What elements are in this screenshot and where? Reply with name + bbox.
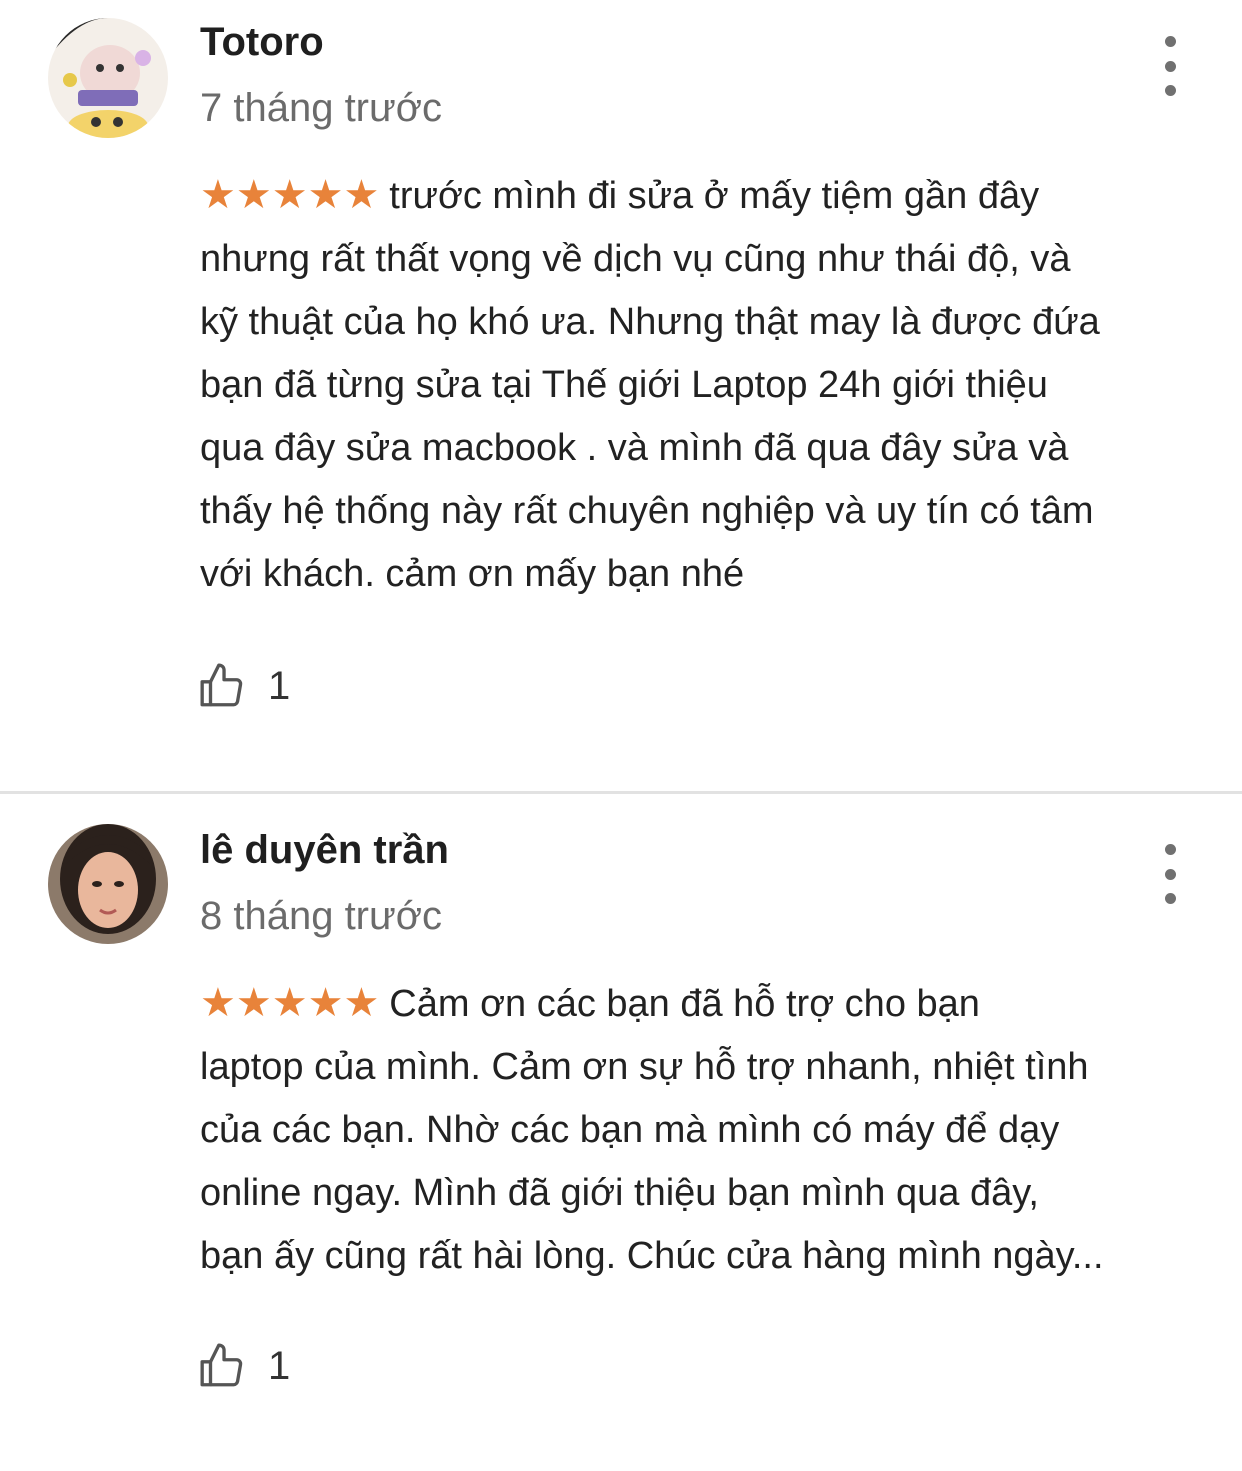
review-text-line: nhưng rất thất vọng về dịch vụ cũng như …	[200, 238, 1071, 280]
more-vert-icon-dot	[1164, 868, 1176, 880]
more-options-button[interactable]	[1148, 36, 1192, 96]
more-vert-icon-dot	[1164, 85, 1176, 96]
avatar[interactable]	[48, 18, 168, 138]
review-card: Totoro 7 tháng trước ★★★★★ trước mình đi …	[0, 0, 1242, 790]
review-text-line: qua đây sửa macbook . và mình đã qua đây…	[200, 427, 1069, 469]
review-text: ★★★★★ Cảm ơn các bạn đã hỗ trợ cho bạn la…	[200, 972, 1190, 1288]
like-button[interactable]: 1	[198, 658, 290, 714]
more-vert-icon-dot	[1164, 893, 1176, 904]
review-time: 8 tháng trước	[200, 894, 443, 938]
review-text-line: bạn đã từng sửa tại Thế giới Laptop 24h …	[200, 364, 1048, 406]
avatar[interactable]	[48, 824, 168, 944]
review-text-line: với khách. cảm ơn mấy bạn nhé	[200, 553, 745, 595]
review-text: ★★★★★ trước mình đi sửa ở mấy tiệm gần đâ…	[200, 164, 1190, 606]
more-vert-icon-dot	[1164, 60, 1176, 72]
review-text-line: của các bạn. Nhờ các bạn mà mình có máy …	[200, 1109, 1060, 1151]
review-text-line: ★★★★★ Cảm ơn các bạn đã hỗ trợ cho bạn	[200, 981, 980, 1025]
review-text-line: kỹ thuật của họ khó ưa. Nhưng thật may l…	[200, 301, 1100, 343]
review-text-line: bạn ấy cũng rất hài lòng. Chúc cửa hàng …	[200, 1235, 1104, 1277]
star-rating: ★★★★★	[200, 173, 380, 217]
like-count: 1	[268, 1343, 291, 1388]
like-count: 1	[268, 663, 291, 708]
thumbs-up-icon	[200, 663, 243, 707]
review-author[interactable]: Totoro	[200, 20, 324, 65]
review-time: 7 tháng trước	[200, 86, 443, 130]
more-vert-icon	[1164, 36, 1176, 47]
review-text-line: ★★★★★ trước mình đi sửa ở mấy tiệm gần đâ…	[200, 173, 1040, 217]
review-text-line: laptop của mình. Cảm ơn sự hỗ trợ nhanh,…	[200, 1046, 1089, 1088]
review-author[interactable]: lê duyên trần	[200, 828, 449, 873]
review-text-line: online ngay. Mình đã giới thiệu bạn mình…	[200, 1172, 1039, 1214]
thumbs-up-icon	[200, 1343, 243, 1387]
more-vert-icon	[1164, 844, 1176, 855]
review-card: lê duyên trần 8 tháng trước ★★★★★ Cảm ơn …	[0, 794, 1242, 1471]
review-text-line: thấy hệ thống này rất chuyên nghiệp và u…	[200, 490, 1094, 532]
star-rating: ★★★★★	[200, 981, 380, 1025]
like-button[interactable]: 1	[198, 1338, 290, 1394]
more-options-button[interactable]	[1148, 844, 1192, 904]
